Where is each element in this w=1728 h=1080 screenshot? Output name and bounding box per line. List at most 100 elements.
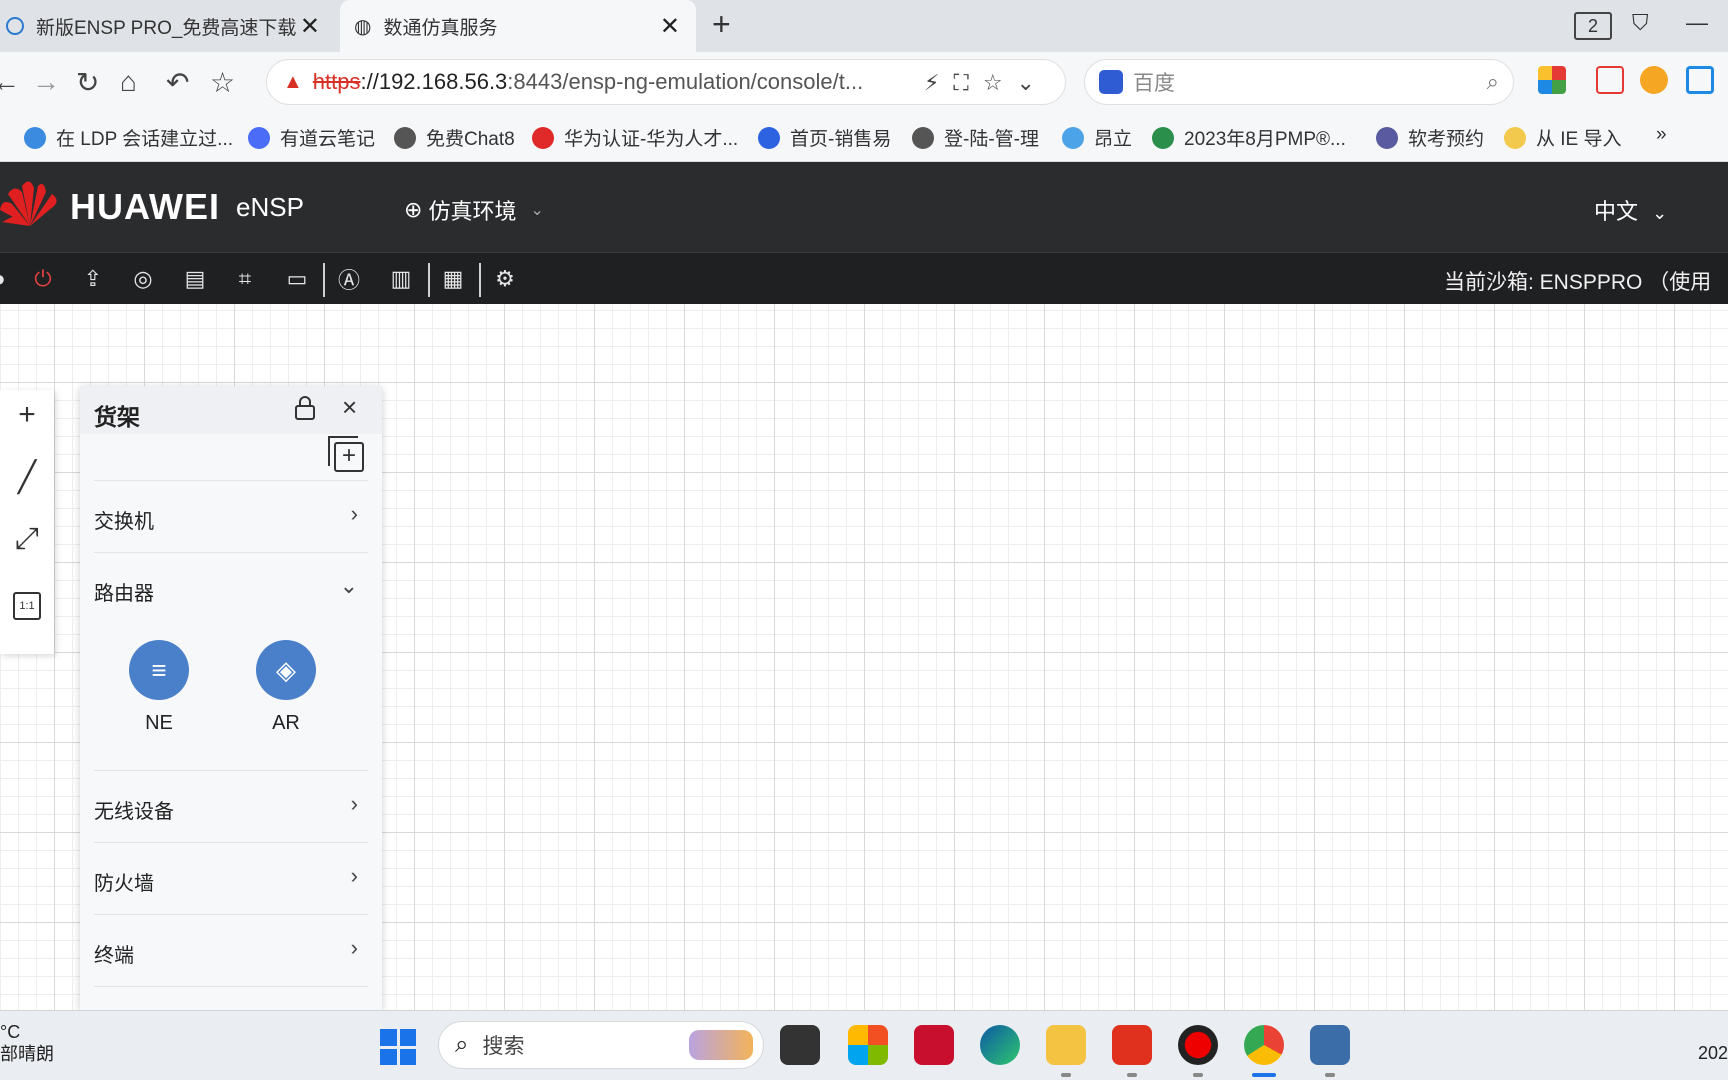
close-icon[interactable]: ×	[342, 392, 357, 423]
bookmark-item[interactable]: 华为认证-华为人才...	[532, 124, 738, 151]
category-label: 无线设备	[94, 801, 174, 823]
window-count-badge[interactable]: 2	[1574, 12, 1612, 40]
category-label: 防火墙	[94, 873, 154, 895]
apps-grid-icon[interactable]	[1538, 66, 1566, 94]
chevron-right-icon: ›	[350, 791, 358, 816]
bookmark-label: 登-陆-管-理	[944, 129, 1039, 150]
start-icon[interactable]: ●	[0, 266, 12, 292]
star-icon[interactable]: ☆	[210, 66, 235, 99]
screen-icon[interactable]: ▭	[284, 266, 310, 292]
bookmarks-more-button[interactable]: »	[1656, 124, 1667, 146]
tab-close-icon[interactable]: ✕	[300, 12, 320, 41]
pdf-icon[interactable]	[1596, 66, 1624, 94]
bookmark-item[interactable]: 登-陆-管-理	[912, 124, 1039, 151]
running-indicator	[1252, 1073, 1276, 1077]
tab-close-icon[interactable]: ✕	[660, 12, 680, 41]
bookmark-label: 在 LDP 会话建立过...	[56, 129, 234, 150]
running-indicator	[1127, 1073, 1137, 1077]
category-router[interactable]: 路由器 ⌄	[94, 552, 368, 624]
url-input[interactable]: ▲ https ://192.168.56.3 :8443/ensp-ng-em…	[266, 59, 1066, 105]
url-action-icons[interactable]: ⚡⛶☆⌄	[924, 70, 1049, 96]
bookmark-item[interactable]: 免费Chat8	[394, 124, 515, 151]
minimize-icon[interactable]: —	[1686, 10, 1708, 36]
windows-start-icon[interactable]	[380, 1029, 416, 1065]
category-wireless[interactable]: 无线设备 ›	[94, 770, 368, 842]
shelf-title: 货架	[94, 404, 140, 430]
line-icon[interactable]: ╱	[10, 460, 44, 494]
tab-ensp-emulation[interactable]: ◍ 数通仿真服务 ✕	[340, 0, 696, 52]
weather-widget[interactable]: °C 部晴朗	[0, 1021, 54, 1065]
chevron-right-icon: ›	[350, 501, 358, 526]
bookmark-item[interactable]: 首页-销售易	[758, 124, 891, 151]
category-label: 路由器	[94, 583, 154, 605]
bookmark-label: 软考预约	[1408, 129, 1485, 150]
taskbar-search[interactable]: ⌕ 搜索	[438, 1021, 764, 1069]
bookmark-item[interactable]: 2023年8月PMP®...	[1152, 124, 1346, 151]
browser-icon[interactable]	[1244, 1025, 1284, 1065]
canvas-tool-strip: + ╱ ⤢ 1:1	[0, 390, 54, 654]
crop-icon[interactable]	[1686, 66, 1714, 94]
home-icon[interactable]: ⌂	[120, 66, 137, 98]
shirt-icon[interactable]: ⛉	[1632, 10, 1649, 36]
globe-icon: ◍	[354, 15, 372, 38]
hide-icon[interactable]: ◎	[130, 266, 156, 292]
device-label: NE	[145, 712, 173, 734]
language-dropdown[interactable]: 中文 ⌄	[1594, 194, 1667, 226]
microsoft-store-icon[interactable]	[848, 1025, 888, 1065]
device-ne[interactable]: ≡ NE	[128, 640, 190, 735]
environment-dropdown[interactable]: ⊕ 仿真环境 ⌄	[404, 194, 544, 226]
virtualbox-icon[interactable]	[1310, 1025, 1350, 1065]
taskbar-search-label: 搜索	[482, 1035, 525, 1058]
file-explorer-icon[interactable]	[1046, 1025, 1086, 1065]
reload-icon[interactable]: ↻	[76, 66, 99, 99]
bookmark-item[interactable]: 在 LDP 会话建立过...	[24, 124, 233, 151]
ar-router-icon: ◈	[256, 640, 316, 700]
new-tab-button[interactable]: +	[712, 6, 731, 43]
system-clock: 202	[1697, 1043, 1728, 1063]
windows-taskbar: °C 部晴朗 ⌕ 搜索 202	[0, 1010, 1728, 1080]
undo-icon[interactable]: ↶	[166, 66, 189, 99]
night-mode-icon[interactable]	[1640, 66, 1668, 94]
globe-icon: ⊕	[404, 197, 423, 222]
category-terminal[interactable]: 终端 ›	[94, 914, 368, 986]
tab-title: 新版ENSP PRO_免费高速下载|百	[36, 17, 296, 39]
settings-icon[interactable]: ⚙	[492, 266, 518, 292]
power-icon[interactable]: ⏻	[30, 266, 56, 292]
device-ar[interactable]: ◈ AR	[255, 640, 317, 735]
category-switch[interactable]: 交换机 ›	[94, 480, 368, 552]
weather-desc: 部晴朗	[0, 1044, 54, 1064]
address-bar-row: ← → ↻ ⌂ ↶ ☆ ▲ https ://192.168.56.3 :844…	[0, 52, 1728, 112]
bookmark-item[interactable]: 从 IE 导入	[1504, 124, 1622, 151]
upload-icon[interactable]: ⇪	[80, 266, 106, 292]
bookmark-item[interactable]: 昂立	[1062, 124, 1132, 151]
browser-tab-bar: 新版ENSP PRO_免费高速下载|百 ✕ ◍ 数通仿真服务 ✕ + 2 ⛉ —	[0, 0, 1728, 52]
lock-icon[interactable]	[294, 396, 316, 420]
grid-icon[interactable]: ▦	[440, 266, 466, 292]
chevron-down-icon: ⌄	[339, 573, 358, 598]
mcafee-icon[interactable]	[914, 1025, 954, 1065]
add-device-icon[interactable]: +	[328, 436, 364, 472]
back-icon[interactable]: ←	[0, 66, 20, 98]
search-icon[interactable]: ⌕	[1487, 69, 1499, 95]
document-icon[interactable]: ▤	[182, 266, 208, 292]
bookmark-item[interactable]: 有道云笔记	[248, 124, 375, 151]
actual-size-icon[interactable]: 1:1	[13, 592, 41, 620]
recorder-icon[interactable]	[1178, 1025, 1218, 1065]
bookmark-icon	[532, 126, 554, 149]
category-firewall[interactable]: 防火墙 ›	[94, 842, 368, 914]
search-placeholder: 百度	[1133, 72, 1175, 95]
chevron-right-icon: ›	[350, 863, 358, 888]
crop-icon[interactable]: ⌗	[232, 266, 258, 292]
search-input[interactable]: 百度 ⌕	[1084, 59, 1514, 105]
chevron-right-icon: ›	[350, 935, 358, 960]
add-icon[interactable]: +	[10, 398, 44, 432]
text-icon[interactable]: Ⓐ	[336, 266, 362, 293]
task-view-icon[interactable]	[780, 1025, 820, 1065]
layers-icon[interactable]: ▥	[388, 266, 414, 292]
bookmark-item[interactable]: 软考预约	[1376, 124, 1484, 151]
forward-icon[interactable]: →	[32, 66, 60, 98]
tab-ensp-download[interactable]: 新版ENSP PRO_免费高速下载|百 ✕	[0, 0, 336, 52]
edge-icon[interactable]	[980, 1025, 1020, 1065]
wps-icon[interactable]	[1112, 1025, 1152, 1065]
fit-screen-icon[interactable]: ⤢	[10, 522, 44, 556]
